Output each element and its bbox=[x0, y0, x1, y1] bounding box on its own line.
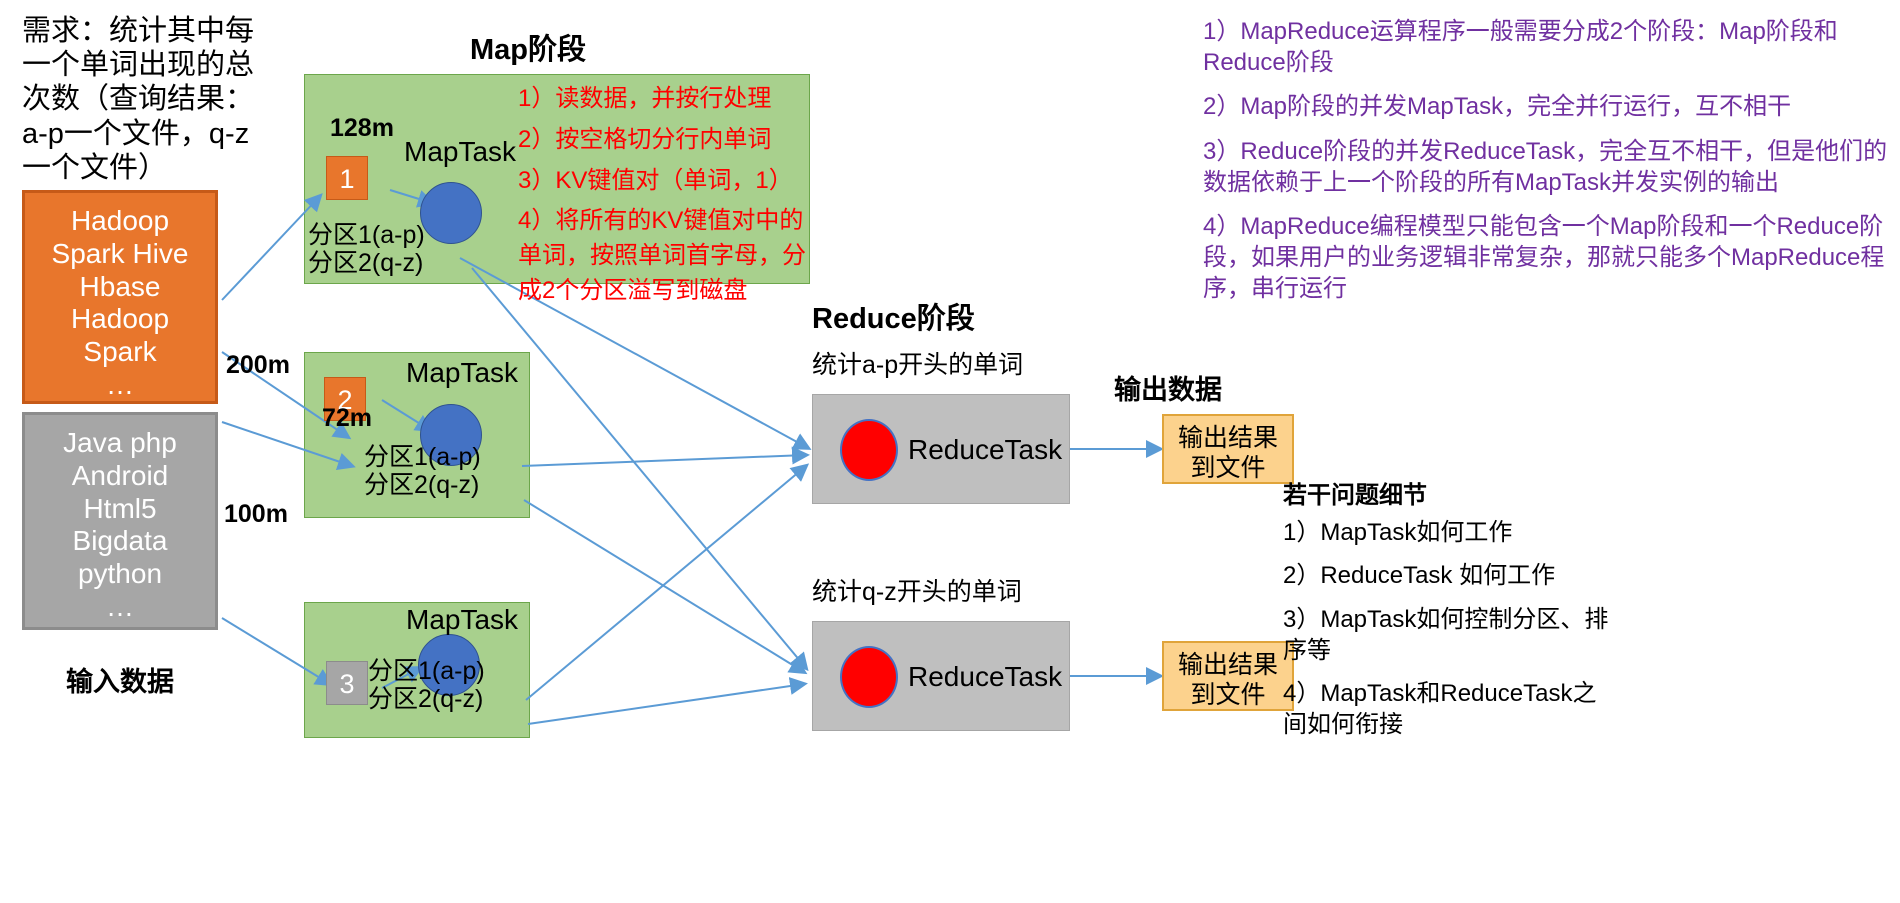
map-steps-list: 1）读数据，并按行处理 2）按空格切分行内单词 3）KV键值对（单词，1） 4）… bbox=[518, 82, 808, 315]
note-4: 4）MapReduce编程模型只能包含一个Map阶段和一个Reduce阶段，如果… bbox=[1203, 212, 1885, 303]
maptask-circle-1 bbox=[420, 182, 482, 244]
reducetask-circle-1 bbox=[840, 419, 898, 481]
partition-label-2: 分区1(a-p) 分区2(q-z) bbox=[364, 443, 481, 499]
split-chip-3: 3 bbox=[326, 661, 368, 705]
questions-title: 若干问题细节 bbox=[1283, 482, 1427, 509]
input-box-gray: Java php Android Html5 Bigdata python … bbox=[22, 412, 218, 630]
questions-list: 若干问题细节 1）MapTask如何工作 2）ReduceTask 如何工作 3… bbox=[1283, 480, 1613, 752]
question-1: 1）MapTask如何工作 bbox=[1283, 519, 1513, 547]
map-stage-title: Map阶段 bbox=[470, 34, 587, 66]
question-3: 3）MapTask如何控制分区、排序等 bbox=[1283, 605, 1609, 664]
maptask-label-1: MapTask bbox=[404, 136, 517, 167]
input-box-orange: Hadoop Spark Hive Hbase Hadoop Spark … bbox=[22, 190, 218, 404]
note-3: 3）Reduce阶段的并发ReduceTask，完全互不相干，但是他们的数据依赖… bbox=[1203, 137, 1888, 196]
output-data-label: 输出数据 bbox=[1114, 375, 1222, 405]
split-chip-1: 1 bbox=[326, 156, 368, 200]
map-step-1: 1）读数据，并按行处理 bbox=[518, 85, 772, 112]
partition-label-1: 分区1(a-p) 分区2(q-z) bbox=[308, 221, 425, 277]
output-box-1: 输出结果 到文件 bbox=[1162, 414, 1294, 484]
output-box-2: 输出结果 到文件 bbox=[1162, 641, 1294, 711]
maptask-label-2: MapTask bbox=[406, 357, 519, 388]
map-step-2: 2）按空格切分行内单词 bbox=[518, 125, 772, 153]
note-2: 2）Map阶段的并发MapTask，完全并行运行，互不相干 bbox=[1203, 93, 1792, 121]
reduce-stage-title: Reduce阶段 bbox=[812, 303, 975, 335]
map-step-4: 4）将所有的KV键值对中的单词，按照单词首字母，分成2个分区溢写到磁盘 bbox=[518, 207, 806, 304]
partition-label-3: 分区1(a-p) 分区2(q-z) bbox=[368, 657, 485, 713]
split-size-128m: 128m bbox=[330, 114, 394, 142]
split-size-100m: 100m bbox=[224, 500, 288, 528]
requirement-text: 需求：统计其中每 一个单词出现的总 次数（查询结果： a-p一个文件，q-z 一… bbox=[22, 15, 255, 184]
split-size-72m: 72m bbox=[322, 404, 373, 432]
note-1: 1）MapReduce运算程序一般需要分成2个阶段：Map阶段和Reduce阶段 bbox=[1203, 18, 1838, 77]
maptask-label-3: MapTask bbox=[406, 604, 519, 635]
question-2: 2）ReduceTask 如何工作 bbox=[1283, 562, 1556, 590]
reduce-caption-2: 统计q-z开头的单词 bbox=[812, 578, 1022, 606]
reduce-caption-1: 统计a-p开头的单词 bbox=[812, 351, 1024, 379]
split-size-200m: 200m bbox=[226, 351, 290, 379]
reducetask-label-1: ReduceTask bbox=[908, 434, 1063, 465]
map-step-3: 3）KV键值对（单词，1） bbox=[518, 166, 793, 194]
reducetask-circle-2 bbox=[840, 646, 898, 708]
diagram-canvas: 需求：统计其中每 一个单词出现的总 次数（查询结果： a-p一个文件，q-z 一… bbox=[0, 0, 1900, 903]
input-data-label: 输入数据 bbox=[66, 667, 174, 697]
reducetask-label-2: ReduceTask bbox=[908, 661, 1063, 692]
question-4: 4）MapTask和ReduceTask之间如何衔接 bbox=[1283, 679, 1597, 739]
notes-list: 1）MapReduce运算程序一般需要分成2个阶段：Map阶段和Reduce阶段… bbox=[1203, 16, 1893, 318]
